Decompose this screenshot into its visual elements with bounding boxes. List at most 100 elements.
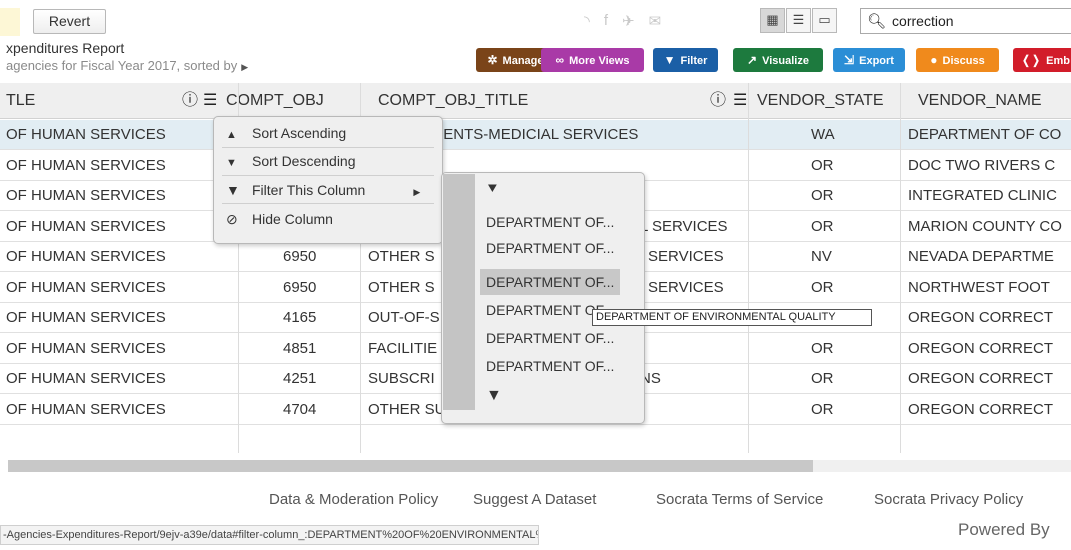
- sort-ascending-item[interactable]: ▲ Sort Ascending: [226, 121, 346, 145]
- table-cell: OF HUMAN SERVICES: [6, 217, 166, 235]
- table-cell-fragment: L SERVICES: [640, 217, 728, 235]
- table-cell: OR: [811, 339, 834, 357]
- footer-link-suggest-dataset[interactable]: Suggest A Dataset: [473, 491, 596, 508]
- table-cell: 6950: [283, 278, 317, 296]
- table-cell: OF HUMAN SERVICES: [6, 339, 166, 357]
- table-cell: 6950: [283, 248, 317, 265]
- column-divider: [900, 83, 901, 453]
- filter-button[interactable]: ▼ Filter: [653, 48, 718, 72]
- share-icons: ◝ f ✈ ✉: [584, 12, 661, 30]
- page-subtitle: agencies for Fiscal Year 2017, sorted by…: [6, 58, 248, 73]
- table-row[interactable]: OF HUMAN SERVICES PEC PAYMENTS-MEDICIAL S…: [0, 120, 1071, 150]
- column-header-vendor-name[interactable]: VENDOR_NAME: [918, 83, 1042, 119]
- table-cell: OF HUMAN SERVICES: [6, 248, 166, 265]
- more-views-button[interactable]: ∞ More Views: [541, 48, 644, 72]
- grid-view-icon[interactable]: ▦: [760, 8, 785, 33]
- revert-button[interactable]: Revert: [33, 9, 106, 34]
- filter-value-item[interactable]: DEPARTMENT OF...: [486, 209, 614, 235]
- hide-column-label: Hide Column: [252, 211, 333, 227]
- prohibited-icon: ⊘: [226, 211, 238, 227]
- page-title: xpenditures Report: [6, 40, 125, 56]
- sort-descending-label: Sort Descending: [252, 153, 356, 169]
- subtitle-text: agencies for Fiscal Year 2017, sorted by: [6, 58, 238, 73]
- discuss-button[interactable]: ● Discuss: [916, 48, 999, 72]
- column-header-compt-obj[interactable]: COMPT_OBJ: [226, 83, 324, 119]
- footer-link-terms[interactable]: Socrata Terms of Service: [656, 491, 823, 508]
- column-menu-icon[interactable]: ☰: [733, 83, 747, 119]
- column-info-icon[interactable]: ⓘ: [182, 83, 198, 119]
- table-cell: NORTHWEST FOOT: [908, 278, 1050, 296]
- filter-value-item[interactable]: DEPARTMENT OF...: [486, 235, 614, 261]
- more-views-label: More Views: [569, 55, 630, 67]
- single-row-view-icon[interactable]: ▭: [812, 8, 837, 33]
- table-cell: OF HUMAN SERVICES: [6, 156, 166, 174]
- table-cell: OREGON CORRECT: [908, 400, 1054, 418]
- powered-by: Powered By: [958, 520, 1050, 539]
- sort-descending-item[interactable]: ▼ Sort Descending: [226, 149, 356, 173]
- embed-button[interactable]: ❬❭ Emb: [1013, 48, 1071, 72]
- caret-right-icon[interactable]: ▶: [241, 62, 248, 72]
- email-icon[interactable]: ✉: [649, 12, 662, 30]
- column-header-title[interactable]: TLE: [6, 83, 35, 119]
- table-cell: OF HUMAN SERVICES: [6, 370, 166, 387]
- table-cell: DOC TWO RIVERS C: [908, 156, 1056, 174]
- manage-label: Manage: [502, 55, 544, 67]
- column-header-compt-obj-title[interactable]: COMPT_OBJ_TITLE: [378, 83, 528, 119]
- table-cell: OR: [811, 217, 834, 235]
- column-divider: [748, 83, 749, 453]
- footer-link-data-policy[interactable]: Data & Moderation Policy: [269, 491, 438, 508]
- caret-up-icon: ▲: [226, 129, 237, 141]
- twitter-icon[interactable]: ✈: [622, 12, 635, 30]
- filter-this-column-item[interactable]: ▼ Filter This Column ▶: [226, 178, 420, 202]
- sort-ascending-label: Sort Ascending: [252, 125, 347, 141]
- export-icon: ⇲: [844, 53, 855, 67]
- filter-label: Filter: [680, 55, 708, 67]
- table-cell: OR: [811, 156, 834, 174]
- table-cell: OF HUMAN SERVICES: [6, 278, 166, 296]
- table-cell: NEVADA DEPARTME: [908, 248, 1054, 265]
- submenu-arrow-icon: ▶: [413, 187, 421, 197]
- search-input[interactable]: 🔍︎ correction: [860, 8, 1071, 34]
- table-cell: 4251: [283, 370, 317, 387]
- table-cell: INTEGRATED CLINIC: [908, 187, 1057, 204]
- clear-filter-icon[interactable]: ⯆: [486, 177, 499, 203]
- table-cell: OF HUMAN SERVICES: [6, 309, 166, 326]
- embed-label: Emb: [1046, 55, 1070, 67]
- table-cell: 4704: [283, 400, 317, 418]
- horizontal-scrollbar-thumb[interactable]: [8, 460, 813, 472]
- chart-icon: ↗: [747, 53, 758, 67]
- table-cell-fragment: SERVICES: [648, 248, 724, 265]
- list-view-icon[interactable]: ☰: [786, 8, 811, 33]
- funnel-icon: ▼: [226, 182, 240, 198]
- table-cell: OF HUMAN SERVICES: [6, 126, 166, 143]
- facebook-icon[interactable]: f: [604, 12, 608, 30]
- visualize-button[interactable]: ↗ Visualize: [733, 48, 823, 72]
- header-highlight: [0, 8, 20, 36]
- rss-icon[interactable]: ◝: [584, 12, 590, 30]
- table-cell: MARION COUNTY CO: [908, 217, 1062, 235]
- table-cell: DEPARTMENT OF CO: [908, 126, 1062, 143]
- filter-value-item[interactable]: DEPARTMENT OF...: [486, 325, 614, 351]
- grid-header: TLE ⓘ ☰ COMPT_OBJ COMPT_OBJ_TITLE ⓘ ☰ VE…: [0, 83, 1071, 119]
- menu-divider: [222, 175, 434, 176]
- table-cell: OREGON CORRECT: [908, 309, 1054, 326]
- table-cell: OR: [811, 278, 834, 296]
- filter-this-column-label: Filter This Column: [252, 182, 366, 198]
- footer-link-privacy[interactable]: Socrata Privacy Policy: [874, 491, 1023, 508]
- table-cell: OR: [811, 370, 834, 387]
- funnel-icon[interactable]: ▼: [486, 383, 502, 409]
- menu-divider: [222, 147, 434, 148]
- hide-column-item[interactable]: ⊘ Hide Column: [226, 207, 333, 231]
- table-cell: OF HUMAN SERVICES: [6, 187, 166, 204]
- table-cell: 4165: [283, 309, 317, 326]
- filter-value-item[interactable]: DEPARTMENT OF...: [486, 353, 614, 379]
- filter-value-item[interactable]: DEPARTMENT OF...: [486, 269, 614, 295]
- column-info-icon[interactable]: ⓘ: [710, 83, 726, 119]
- gear-icon: ✲: [487, 53, 498, 67]
- table-cell: OR: [811, 187, 834, 204]
- export-button[interactable]: ⇲ Export: [833, 48, 905, 72]
- column-header-vendor-state[interactable]: VENDOR_STATE: [757, 83, 884, 119]
- caret-down-icon: ▼: [226, 157, 237, 169]
- column-menu-icon[interactable]: ☰: [203, 83, 217, 119]
- funnel-icon: ▼: [663, 53, 676, 67]
